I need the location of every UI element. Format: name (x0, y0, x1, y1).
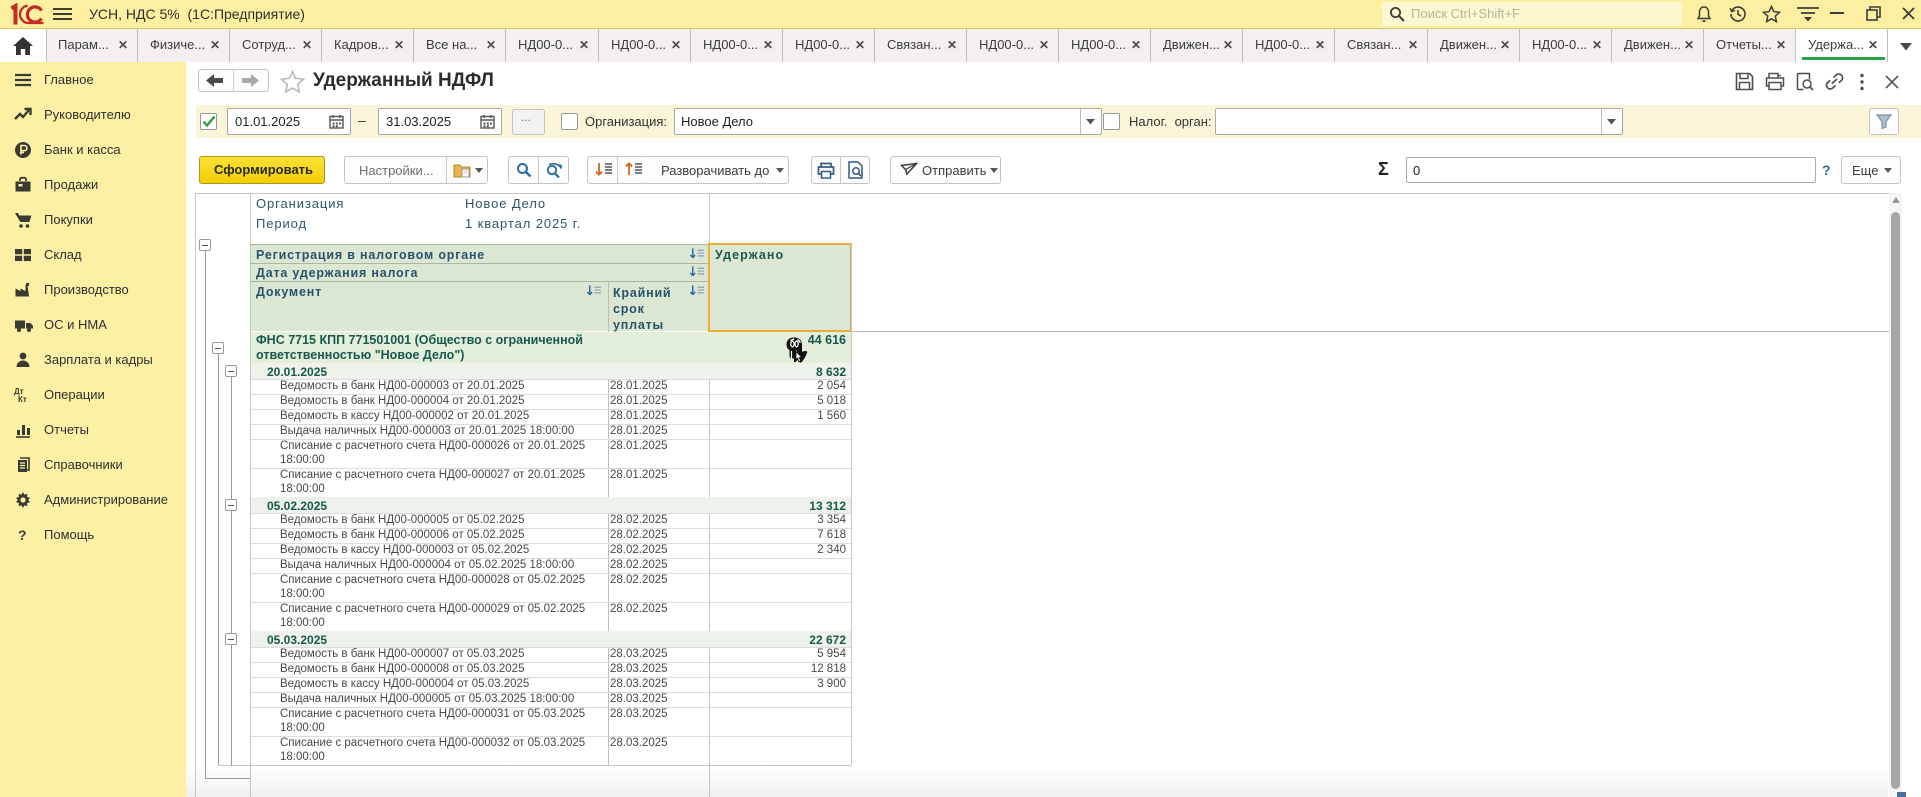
svg-text:Кт: Кт (18, 395, 27, 404)
svg-text:?: ? (18, 527, 27, 543)
